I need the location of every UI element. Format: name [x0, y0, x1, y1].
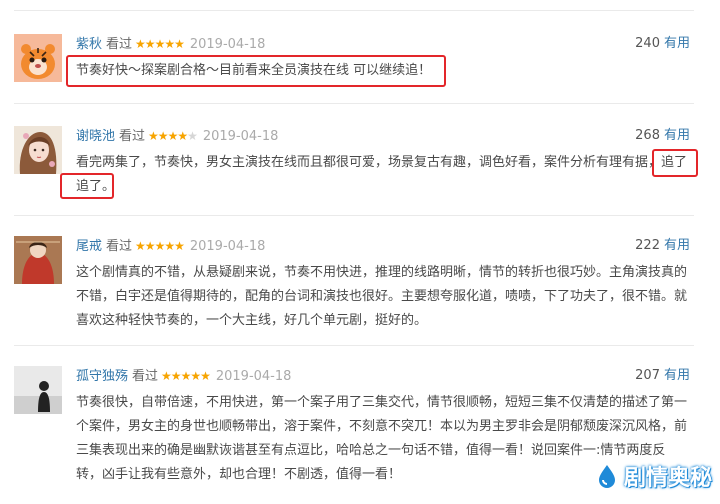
star-icon: ★ [180, 369, 192, 383]
avatar[interactable] [14, 236, 62, 284]
star-icon: ★ [167, 129, 179, 143]
star-icon: ★ [177, 129, 188, 143]
star-icon: ★ [174, 37, 185, 51]
review-date: 2019-04-18 [189, 37, 266, 52]
review-divider [14, 345, 694, 346]
review-divider [14, 215, 694, 216]
review-text: 节奏好快～探案剧合格～目前看来全员演技在线 可以继续追！ [76, 63, 432, 78]
helpful-button[interactable]: 有用 [664, 128, 690, 143]
rating-stars: ★★★★★ [135, 37, 185, 51]
watch-status: 看过 [106, 239, 133, 254]
username-link[interactable]: 紫秋 [76, 37, 102, 52]
rating-stars: ★★★★★ [161, 369, 211, 383]
star-icon: ★ [154, 37, 166, 51]
star-icon: ★ [144, 37, 156, 51]
avatar[interactable] [14, 366, 62, 414]
star-icon: ★ [135, 37, 146, 51]
helpful-button[interactable]: 有用 [664, 368, 690, 383]
vote-count: 240 [635, 36, 660, 51]
review-date: 2019-04-18 [202, 129, 279, 144]
watermark-text: 剧情奥秘 [623, 466, 712, 491]
review-meta: 谢晓池 看过 ★★★★★ 2019-04-18 [76, 127, 278, 145]
droplet-logo-icon [598, 465, 615, 488]
helpful-button[interactable]: 有用 [664, 238, 690, 253]
star-icon: ★ [164, 37, 175, 51]
helpful-votes: 240 有用 [635, 35, 690, 53]
review-text: 看完两集了，节奏快，男女主演技在线而且都很可爱，场景复古有趣，调色好看，案件分析… [76, 155, 688, 194]
review-date: 2019-04-18 [189, 239, 266, 254]
star-icon: ★ [174, 239, 185, 253]
star-icon: ★ [164, 239, 175, 253]
avatar[interactable] [14, 34, 62, 82]
star-icon: ★ [170, 369, 182, 383]
star-icon: ★ [144, 239, 156, 253]
review-meta: 尾戒 看过 ★★★★★ 2019-04-18 [76, 237, 265, 255]
helpful-votes: 268 有用 [635, 127, 690, 145]
top-divider [14, 10, 694, 11]
username-link[interactable]: 谢晓池 [76, 129, 115, 144]
helpful-votes: 222 有用 [635, 237, 690, 255]
vote-count: 268 [635, 128, 660, 143]
avatar[interactable] [14, 126, 62, 174]
watch-status: 看过 [119, 129, 146, 144]
star-icon: ★ [154, 239, 166, 253]
star-icon: ★ [200, 369, 211, 383]
star-icon: ★ [161, 369, 172, 383]
rating-stars: ★★★★★ [135, 239, 185, 253]
watch-status: 看过 [132, 369, 159, 384]
review-date: 2019-04-18 [215, 369, 292, 384]
username-link[interactable]: 尾戒 [76, 239, 102, 254]
watch-status: 看过 [106, 37, 133, 52]
helpful-votes: 207 有用 [635, 367, 690, 385]
watermark: 剧情奥秘 [594, 460, 712, 492]
username-link[interactable]: 孤守独殇 [76, 369, 128, 384]
review-text: 这个剧情真的不错，从悬疑剧来说，节奏不用快进，推理的线路明晰，情节的转折也很巧妙… [76, 265, 688, 328]
star-icon: ★ [187, 129, 198, 143]
review-divider [14, 103, 694, 104]
helpful-button[interactable]: 有用 [664, 36, 690, 51]
star-icon: ★ [148, 129, 159, 143]
review-meta: 孤守独殇 看过 ★★★★★ 2019-04-18 [76, 367, 291, 385]
vote-count: 207 [635, 368, 660, 383]
review-meta: 紫秋 看过 ★★★★★ 2019-04-18 [76, 35, 265, 53]
star-icon: ★ [135, 239, 146, 253]
vote-count: 222 [635, 238, 660, 253]
rating-stars: ★★★★★ [148, 129, 198, 143]
star-icon: ★ [157, 129, 169, 143]
star-icon: ★ [190, 369, 201, 383]
